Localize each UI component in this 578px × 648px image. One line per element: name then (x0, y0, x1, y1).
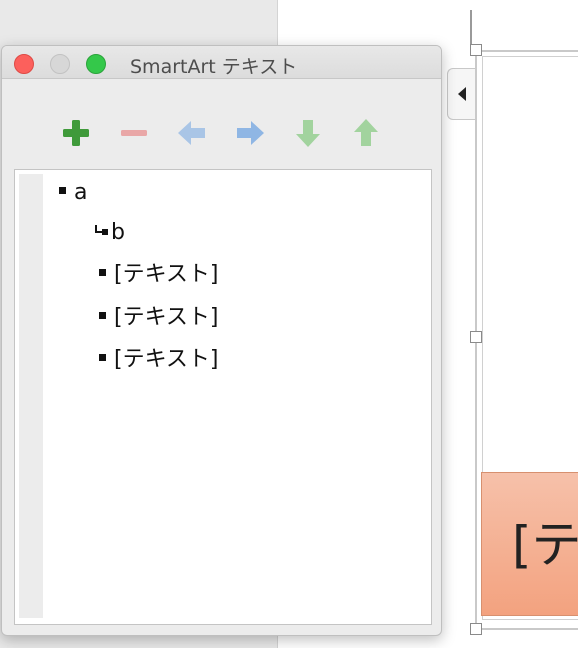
smartart-text-pane: SmartArt テキスト a b [テキスト] [テキスト] [テキスト] (1, 45, 442, 636)
promote-button[interactable] (175, 116, 209, 150)
bullet-icon (99, 268, 106, 276)
list-item-text: [テキスト] (114, 305, 219, 330)
list-item-text: [テキスト] (114, 347, 219, 372)
frame-inner-top (482, 56, 578, 57)
arrow-right-icon (237, 121, 264, 145)
outline-list[interactable]: a b [テキスト] [テキスト] [テキスト] (14, 169, 432, 625)
move-up-button[interactable] (349, 116, 383, 150)
connector-line (470, 10, 472, 46)
list-item-text: b (111, 220, 125, 245)
resize-handle-top-left[interactable] (470, 44, 482, 56)
arrow-up-icon (354, 119, 378, 146)
list-item[interactable]: [テキスト] (99, 261, 219, 289)
list-item-text: [テキスト] (114, 262, 219, 287)
frame-inner-bottom (482, 619, 578, 620)
plus-icon (63, 120, 89, 146)
zoom-button[interactable] (86, 54, 106, 74)
bullet-icon (99, 353, 106, 361)
list-item[interactable]: [テキスト] (99, 346, 219, 374)
add-item-button[interactable] (59, 116, 93, 150)
smartart-shape-text: [テ (512, 516, 578, 574)
minimize-button[interactable] (50, 54, 70, 74)
sub-item-arrow-icon (95, 225, 108, 235)
text-pane-toggle[interactable] (447, 68, 475, 120)
arrow-left-icon (178, 121, 205, 145)
bullet-icon (99, 311, 106, 319)
window-title: SmartArt テキスト (130, 56, 298, 78)
minus-icon (121, 130, 147, 136)
outline-gutter (19, 174, 43, 618)
title-bar[interactable]: SmartArt テキスト (2, 46, 441, 79)
resize-handle-middle-left[interactable] (470, 331, 482, 343)
move-down-button[interactable] (291, 116, 325, 150)
toolbar (2, 106, 441, 162)
chevron-left-icon (457, 87, 466, 101)
resize-handle-bottom-left[interactable] (470, 623, 482, 635)
close-button[interactable] (14, 54, 34, 74)
bullet-icon (59, 186, 66, 194)
list-item-sub[interactable]: b (93, 219, 125, 247)
arrow-down-icon (296, 120, 320, 147)
list-item[interactable]: a (59, 179, 87, 207)
list-item-text: a (74, 180, 88, 205)
demote-button[interactable] (233, 116, 267, 150)
list-item[interactable]: [テキスト] (99, 304, 219, 332)
remove-item-button[interactable] (117, 116, 151, 150)
